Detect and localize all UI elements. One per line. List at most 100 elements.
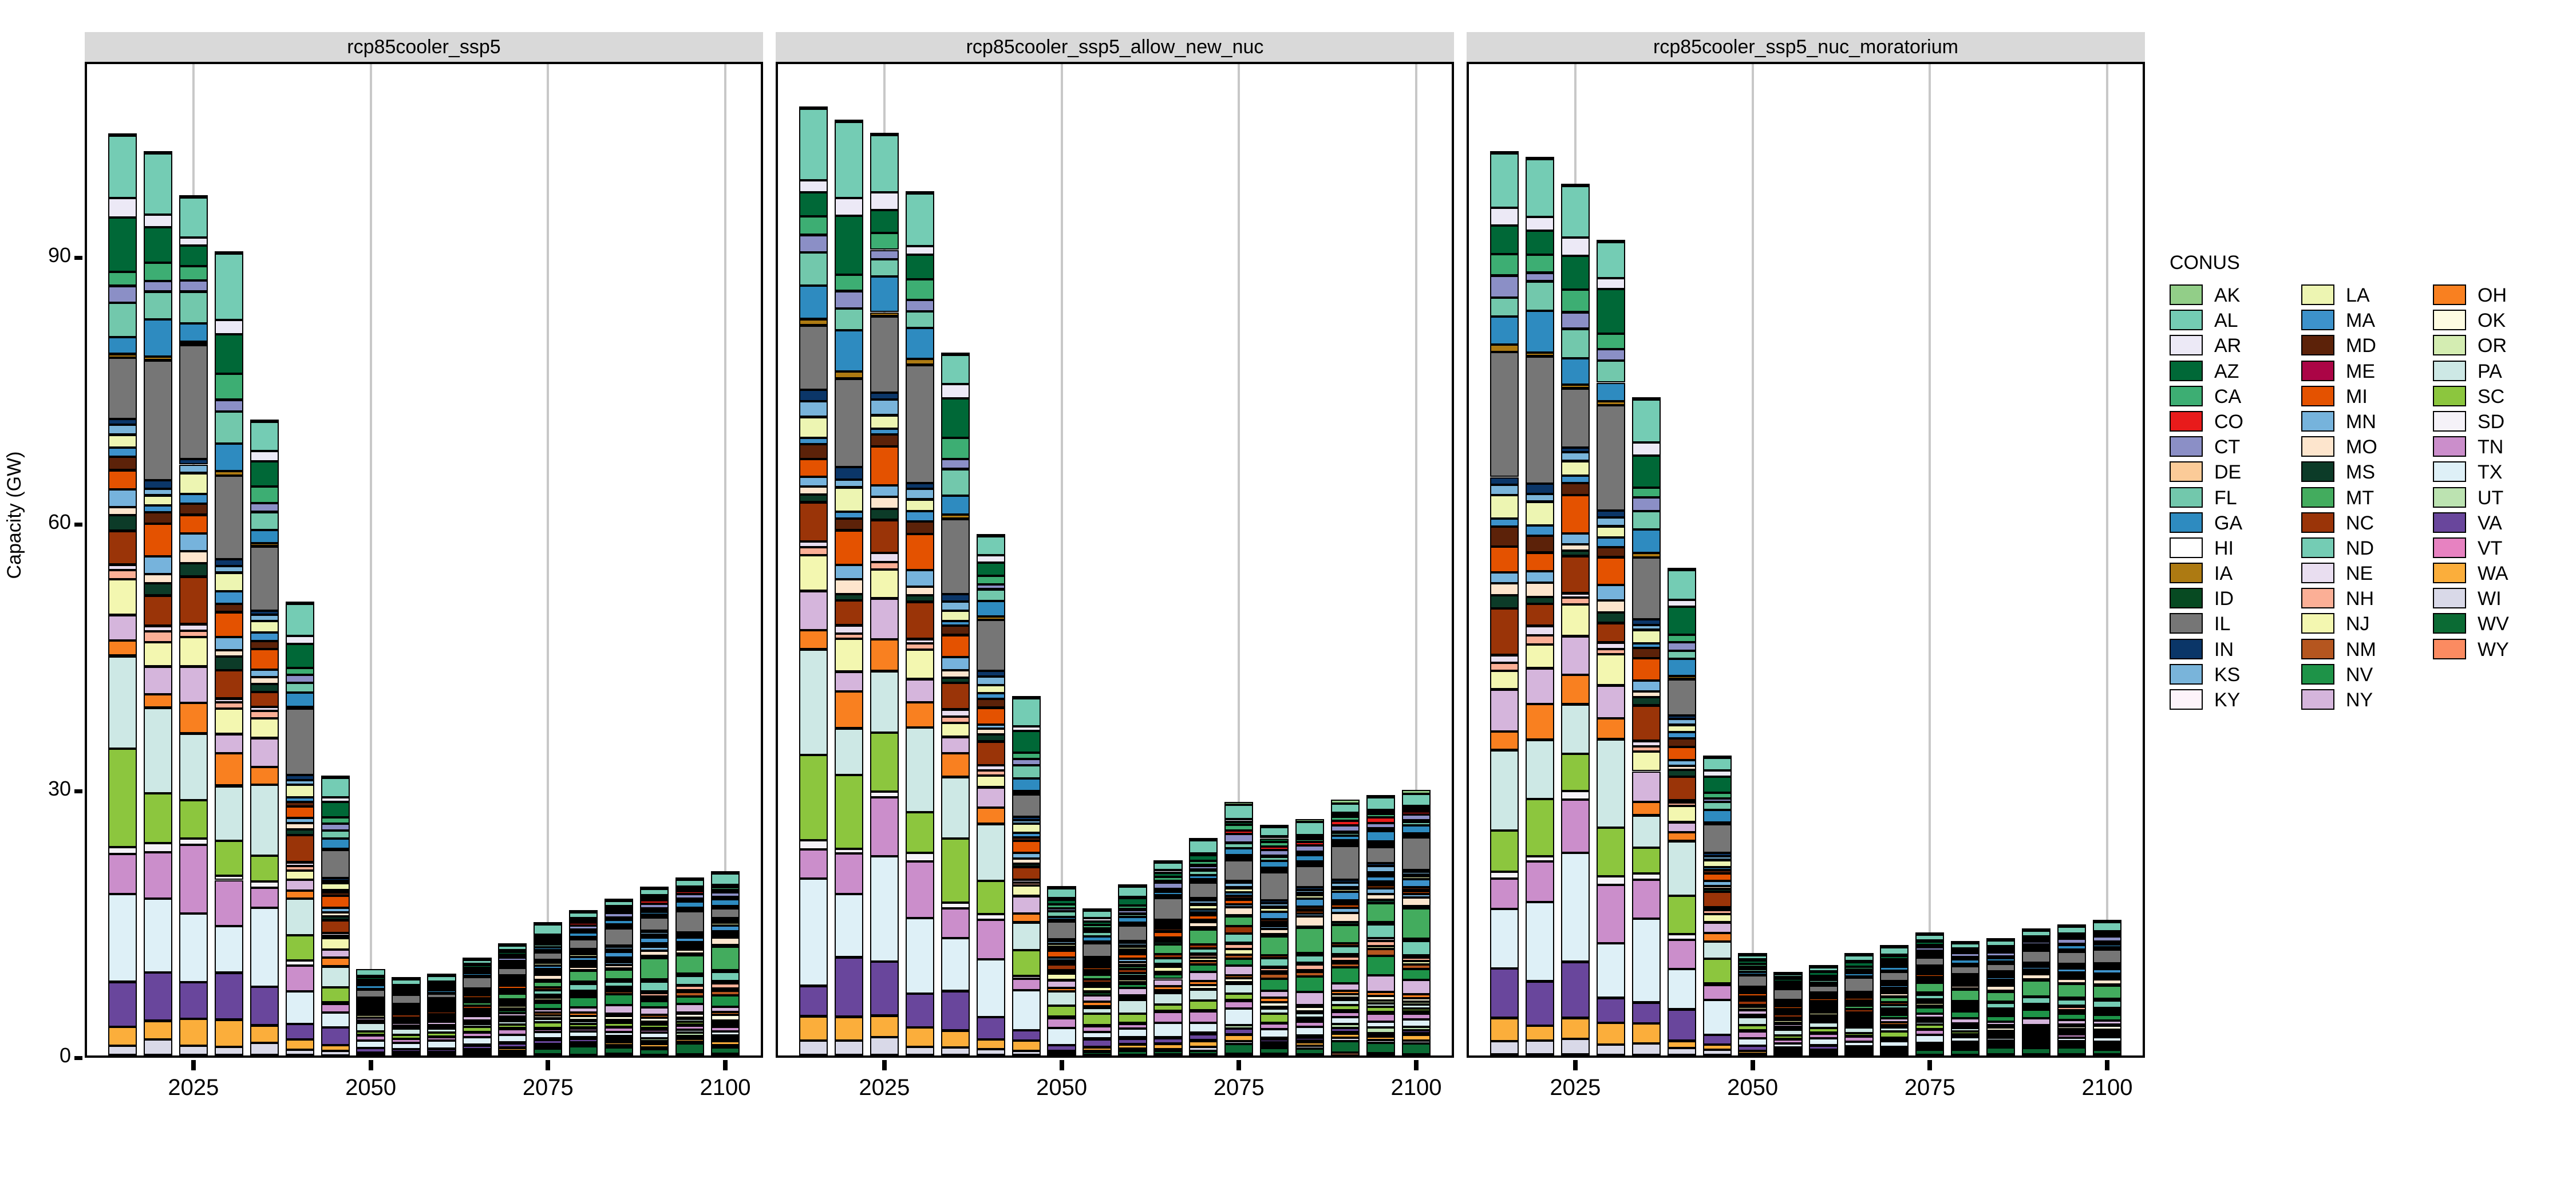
x-tick-label: 2100 (700, 1075, 751, 1100)
stacked-bar (1153, 860, 1183, 1055)
bar-segment (1118, 954, 1147, 959)
bar-segment (2092, 1001, 2122, 1009)
stacked-bar (1986, 938, 2016, 1055)
bar-segment (250, 881, 279, 888)
bar-segment (250, 640, 279, 650)
bar-segment (1667, 719, 1696, 725)
bar-segment (1809, 1013, 1838, 1016)
bar-segment (1560, 604, 1590, 636)
bar-segment (1951, 953, 1980, 958)
bar-segment (941, 677, 970, 683)
bar-segment (710, 922, 740, 926)
y-tick-mark (74, 522, 82, 527)
bar-segment (905, 358, 934, 365)
bar-segment (799, 235, 828, 252)
bar-segment (605, 1045, 634, 1048)
bar-segment (1260, 955, 1289, 959)
bar-segment (1331, 967, 1360, 984)
bar-segment (1331, 956, 1360, 961)
bar-segment (976, 1017, 1005, 1039)
bar-segment (1012, 867, 1041, 880)
bar-segment (1631, 815, 1661, 848)
bar-segment (1331, 841, 1360, 845)
bar-segment (1986, 976, 2016, 980)
bar-segment (321, 933, 350, 936)
bar-segment (1012, 833, 1041, 837)
bar-segment (179, 913, 208, 982)
bar-segment (1773, 974, 1803, 978)
bar-segment (605, 1027, 634, 1032)
bar-segment (1880, 1018, 1909, 1023)
bar-segment (1490, 731, 1519, 750)
bar-segment (1366, 1001, 1396, 1004)
bar-segment (710, 887, 740, 891)
bar-segment (1596, 998, 1625, 1023)
bar-segment (214, 786, 243, 841)
stacked-bar (1844, 953, 1874, 1055)
bar-segment (2057, 1038, 2087, 1041)
bar-segment (1224, 888, 1254, 893)
bar-segment (1366, 956, 1396, 976)
stacked-bar (1490, 151, 1519, 1055)
stacked-bar (1738, 952, 1767, 1055)
bar-segment (1702, 867, 1732, 870)
bar-segment (1915, 1018, 1945, 1021)
legend-item-label: CA (2214, 385, 2242, 408)
y-tick-label: 60 (48, 509, 71, 533)
plot-area (776, 62, 1454, 1058)
bar-segment (870, 791, 899, 798)
bar-segment (1986, 983, 2016, 986)
bar-segment (1260, 928, 1289, 934)
legend-item-label: NV (2346, 663, 2373, 686)
bar-segment (976, 575, 1005, 584)
bar-segment (1153, 993, 1183, 1005)
bar-segment (1631, 919, 1661, 1003)
bar-segment (605, 946, 634, 950)
bar-segment (179, 838, 208, 845)
bar-segment (976, 533, 1005, 536)
bar-segment (1331, 1041, 1360, 1053)
bar-segment (1295, 913, 1325, 917)
bar-segment (675, 1004, 705, 1013)
bar-segment (1401, 1030, 1431, 1033)
bar-segment (1401, 1033, 1431, 1035)
legend-swatch (2433, 310, 2466, 331)
bar-segment (1366, 922, 1396, 925)
bar-segment (1224, 965, 1254, 976)
bar-segment (1809, 980, 1838, 983)
stacked-bar (799, 106, 828, 1055)
bar-segment (1880, 1027, 1909, 1031)
bar-segment (569, 1024, 598, 1028)
bar-segment (1596, 289, 1625, 334)
bar-segment (179, 982, 208, 1019)
legend-item-label: MD (2346, 335, 2376, 357)
bar-segment (534, 1018, 563, 1022)
bar-segment (1260, 846, 1289, 851)
bar-segment (710, 937, 740, 945)
stacked-bar (285, 601, 314, 1055)
bar-segment (1986, 1011, 2016, 1014)
bar-segment (799, 1040, 828, 1055)
bar-segment (179, 702, 208, 734)
bar-segment (463, 959, 492, 964)
bar-segment (1401, 876, 1431, 879)
legend-swatch (2170, 689, 2203, 710)
bar-segment (870, 508, 899, 520)
bar-segment (799, 879, 828, 986)
bar-segment (1667, 658, 1696, 677)
bar-segment (1118, 1051, 1147, 1055)
bar-segment (463, 1045, 492, 1050)
bar-segment (250, 421, 279, 451)
bar-segment (1295, 866, 1325, 887)
bar-segment (1295, 842, 1325, 845)
bar-segment (1915, 947, 1945, 951)
bar-segment (250, 766, 279, 785)
bar-segment (1224, 895, 1254, 899)
legend-swatch (2433, 638, 2466, 659)
bar-segment (1773, 1006, 1803, 1010)
bar-segment (498, 1016, 527, 1019)
bar-segment (710, 1031, 740, 1036)
bar-segment (1082, 943, 1112, 958)
bar-segment (799, 106, 828, 109)
bar-segment (1560, 550, 1590, 556)
